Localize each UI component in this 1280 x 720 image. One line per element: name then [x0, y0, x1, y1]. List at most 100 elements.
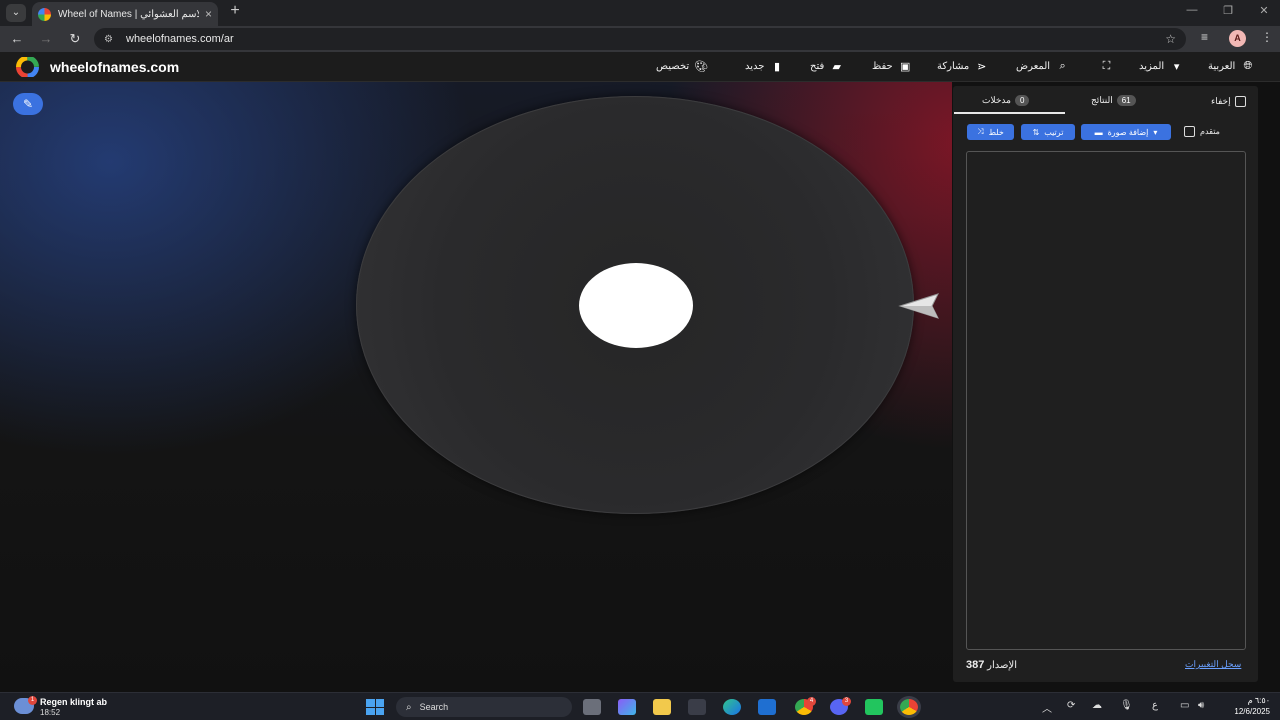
chat-app-icon[interactable]	[865, 699, 883, 715]
language-label: العربية	[1208, 61, 1236, 72]
microsoft-store-icon[interactable]	[688, 699, 706, 715]
sort-icon: ⇅	[1032, 127, 1040, 137]
folder-open-icon: ▰	[832, 61, 841, 73]
more-label: المزيد	[1139, 61, 1165, 72]
site-header: wheelofnames.com 🎨︎ تخصيص ▮ جديد ▰ فتح ▣…	[0, 52, 1280, 82]
microphone-icon[interactable]: 🎙︎	[1120, 700, 1133, 711]
input-language[interactable]: ع	[1152, 700, 1158, 711]
browser-menu-icon[interactable]: ⋮	[1261, 30, 1273, 44]
browser-tab-title: Wheel of Names | عجلة الاسم العشوائي	[58, 8, 199, 20]
hide-panel-toggle[interactable]: إخفاء	[1211, 96, 1246, 107]
back-arrow-icon[interactable]: ←	[8, 30, 26, 48]
browser-tabstrip: ⌄ Wheel of Names | عجلة الاسم العشوائي ×…	[0, 0, 1280, 26]
weather-alert-badge: 1	[28, 696, 37, 705]
windows-taskbar: 1 Regen klingt ab 18:52 ⌕ Search 4 3 ︿ ⟳…	[0, 692, 1280, 720]
forward-arrow-icon[interactable]: →	[37, 30, 55, 48]
customize-menu-item[interactable]: 🎨︎ تخصيص	[656, 60, 708, 73]
share-icon: ⋖	[977, 61, 987, 73]
site-info-icon[interactable]: ⚙	[104, 34, 118, 45]
add-image-label: إضافة صورة	[1107, 127, 1149, 137]
bookmark-star-icon[interactable]: ☆	[1165, 32, 1176, 46]
weather-title[interactable]: Regen klingt ab	[40, 697, 107, 707]
address-bar[interactable]: ⚙ wheelofnames.com/ar ☆	[94, 28, 1186, 50]
restore-window-icon[interactable]: ❐	[1208, 4, 1248, 17]
chrome-badge: 4	[807, 697, 816, 706]
tab-search-chevron-icon[interactable]: ⌄	[6, 4, 26, 22]
advanced-toggle[interactable]: متقدم	[1184, 126, 1220, 137]
browser-tab-active[interactable]: Wheel of Names | عجلة الاسم العشوائي ×	[32, 2, 218, 26]
taskbar-search[interactable]: ⌕ Search	[396, 697, 572, 717]
close-window-icon[interactable]: ✕	[1244, 4, 1280, 17]
new-tab-button[interactable]: +	[226, 2, 244, 20]
display-icon[interactable]: ▭	[1180, 700, 1189, 711]
results-count-badge: 61	[1116, 95, 1136, 106]
version-info: الإصدار 387	[966, 659, 1017, 671]
fullscreen-button[interactable]: ⛶	[1100, 60, 1113, 73]
save-icon: ▣	[900, 61, 911, 73]
edge-browser-icon[interactable]	[723, 699, 741, 715]
changelog-link[interactable]: سجل التغييرات	[1185, 659, 1241, 670]
close-tab-icon[interactable]: ×	[205, 7, 212, 21]
shuffle-button[interactable]: خلط ⤨	[967, 124, 1014, 140]
address-url: wheelofnames.com/ar	[126, 33, 234, 45]
copilot-icon[interactable]	[618, 699, 636, 715]
reload-icon[interactable]: ↻	[66, 30, 84, 48]
volume-icon[interactable]: 🔊︎	[1198, 700, 1204, 711]
wheelofnames-logo-icon[interactable]	[14, 57, 41, 77]
browser-toolbar: ← → ↻ ⚙ wheelofnames.com/ar ☆ ≡ ⋮	[0, 26, 1280, 52]
minimize-window-icon[interactable]: —	[1172, 4, 1212, 16]
pencil-icon: ✎	[22, 97, 34, 111]
new-menu-item[interactable]: ▮ جديد	[745, 60, 783, 73]
clock-time[interactable]: ٦:٥٠ م	[1226, 696, 1270, 705]
more-menu-item[interactable]: ▾ المزيد	[1139, 60, 1183, 73]
image-icon: ▬	[1094, 127, 1103, 137]
customize-label: تخصيص	[656, 61, 690, 72]
sync-icon[interactable]: ⟳	[1067, 700, 1075, 711]
fullscreen-icon: ⛶	[1102, 60, 1111, 72]
shuffle-label: خلط	[988, 127, 1004, 137]
entries-textarea[interactable]	[966, 151, 1246, 650]
entries-panel: إخفاء 61 النتائج 0 مدخلات خلط ⤨ ترتيب ⇅ …	[953, 86, 1258, 682]
entries-count-badge: 0	[1014, 95, 1030, 106]
save-label: حفظ	[872, 61, 893, 72]
version-label: الإصدار	[987, 660, 1017, 671]
shuffle-icon: ⤨	[977, 127, 984, 136]
gallery-menu-item[interactable]: ⌕ المعرض	[1016, 60, 1069, 73]
globe-icon: 🌐︎	[1243, 60, 1253, 72]
weather-time: 18:52	[40, 708, 61, 717]
sort-label: ترتيب	[1044, 127, 1064, 137]
new-label: جديد	[745, 61, 765, 72]
mail-icon[interactable]	[758, 699, 776, 715]
share-menu-item[interactable]: ⋖ مشاركة	[937, 60, 988, 73]
add-image-button[interactable]: ▾ إضافة صورة ▬	[1081, 124, 1171, 140]
sort-button[interactable]: ترتيب ⇅	[1021, 124, 1075, 140]
language-menu-item[interactable]: 🌐︎ العربية	[1208, 60, 1254, 73]
chrome-active-icon[interactable]	[900, 699, 918, 715]
active-tab-indicator	[954, 112, 1065, 114]
media-controls-icon[interactable]: ≡	[1201, 30, 1208, 44]
taskbar-search-label: Search	[419, 702, 449, 712]
open-menu-item[interactable]: ▰ فتح	[810, 60, 843, 73]
onedrive-cloud-icon[interactable]: ☁	[1092, 700, 1102, 711]
results-tab-label: النتائج	[1091, 95, 1113, 105]
clock-date[interactable]: 12/6/2025	[1222, 707, 1270, 716]
tab-results[interactable]: 61 النتائج	[1091, 95, 1136, 106]
site-logo-text[interactable]: wheelofnames.com	[50, 59, 179, 75]
start-windows-icon[interactable]	[366, 699, 384, 715]
tab-entries[interactable]: 0 مدخلات	[982, 95, 1030, 106]
advanced-checkbox[interactable]	[1184, 126, 1195, 137]
save-menu-item[interactable]: ▣ حفظ	[872, 60, 912, 73]
caret-down-icon: ▾	[1173, 61, 1180, 73]
tray-overflow-chevron-icon[interactable]: ︿	[1042, 700, 1052, 715]
profile-avatar[interactable]: A	[1229, 30, 1246, 47]
wheel-pointer-icon	[898, 293, 939, 319]
edit-pencil-button[interactable]: ✎	[13, 93, 43, 115]
hide-label: إخفاء	[1211, 96, 1231, 106]
wheel-favicon-icon	[38, 7, 51, 21]
hide-checkbox[interactable]	[1234, 96, 1246, 107]
version-number: 387	[966, 659, 985, 671]
gallery-label: المعرض	[1016, 61, 1051, 72]
file-explorer-icon[interactable]	[653, 699, 671, 715]
wheel-center-hub[interactable]	[579, 263, 693, 348]
task-view-icon[interactable]	[583, 699, 601, 715]
